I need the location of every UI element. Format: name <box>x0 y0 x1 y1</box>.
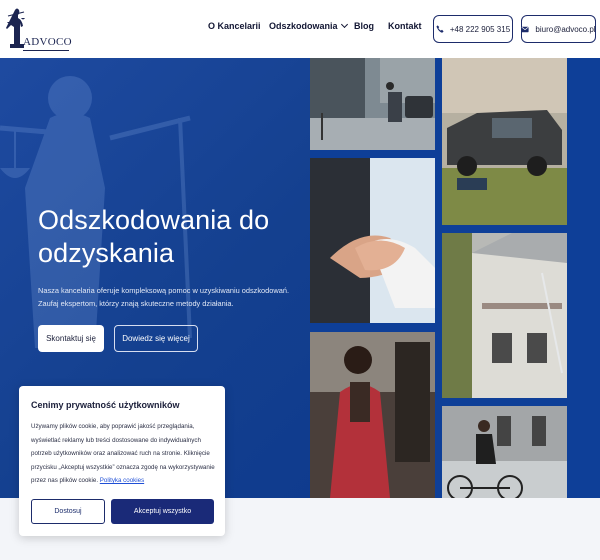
cookie-description: Używamy plików cookie, aby poprawić jako… <box>31 423 215 485</box>
nav-item-o-kancelarii[interactable]: O Kancelarii <box>208 21 261 31</box>
logo-text: ADVOCO <box>23 36 72 48</box>
phone-button[interactable]: +48 222 905 315 <box>433 15 513 43</box>
learn-more-button[interactable]: Dowiedz się więcej <box>114 325 198 352</box>
logo-divider <box>23 50 69 51</box>
photo-woman-workshop <box>310 332 435 498</box>
phone-number: +48 222 905 315 <box>449 24 511 34</box>
contact-us-button[interactable]: Skontaktuj się <box>38 325 104 352</box>
nav-label: Kontakt <box>388 21 422 31</box>
photo-car-accident <box>442 58 567 225</box>
cookie-text-block: Używamy plików cookie, aby poprawić jako… <box>31 420 219 488</box>
email-button[interactable]: biuro@advoco.pl <box>521 15 596 43</box>
nav-item-kontakt[interactable]: Kontakt <box>388 21 422 31</box>
envelope-icon <box>521 26 530 32</box>
photo-street-traffic <box>310 58 435 150</box>
customize-cookies-button[interactable]: Dostosuj <box>31 499 105 524</box>
hero-title: Odszkodowania do odzyskania <box>38 205 270 268</box>
email-address: biuro@advoco.pl <box>535 24 596 34</box>
hero-description: Nasza kancelaria oferuje kompleksową pom… <box>38 286 289 308</box>
cookie-title: Cenimy prywatność użytkowników <box>31 400 180 410</box>
accept-all-cookies-button[interactable]: Akceptuj wszystko <box>111 499 214 524</box>
nav-label: Odszkodowania <box>269 21 338 31</box>
photo-cyclist <box>442 406 567 498</box>
photo-fire-building <box>442 233 567 398</box>
chevron-down-icon <box>340 20 348 29</box>
phone-icon <box>436 25 444 33</box>
cookie-consent-dialog: Cenimy prywatność użytkowników Używamy p… <box>19 386 225 536</box>
nav-item-blog[interactable]: Blog <box>354 21 374 31</box>
nav-label: Blog <box>354 21 374 31</box>
nav-item-odszkodowania[interactable]: Odszkodowania <box>269 20 348 31</box>
cookie-policy-link[interactable]: Polityka cookies <box>100 477 144 484</box>
photo-handshake <box>310 158 435 323</box>
site-header: ADVOCO O Kancelarii Odszkodowania Blog K… <box>0 0 600 58</box>
nav-label: O Kancelarii <box>208 21 261 31</box>
brand-logo[interactable]: ADVOCO <box>6 6 72 52</box>
